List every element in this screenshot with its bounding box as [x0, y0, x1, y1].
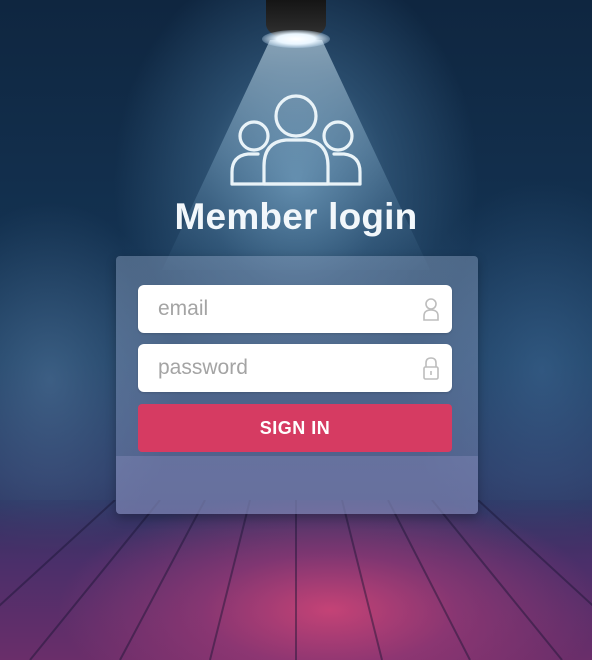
card-footer [116, 456, 478, 514]
page-title: Member login [174, 196, 418, 237]
password-input[interactable] [158, 344, 408, 392]
lock-icon [423, 357, 439, 380]
stage-floor [0, 500, 592, 660]
users-group-icon [230, 94, 362, 186]
lamp-glow [262, 30, 330, 48]
stage-background: Member login SIGN IN [0, 0, 592, 660]
password-field[interactable] [138, 344, 452, 392]
email-field[interactable] [138, 285, 452, 333]
user-icon [423, 298, 439, 321]
login-card: SIGN IN [116, 256, 478, 514]
email-input[interactable] [158, 285, 408, 333]
sign-in-button[interactable]: SIGN IN [138, 404, 452, 452]
